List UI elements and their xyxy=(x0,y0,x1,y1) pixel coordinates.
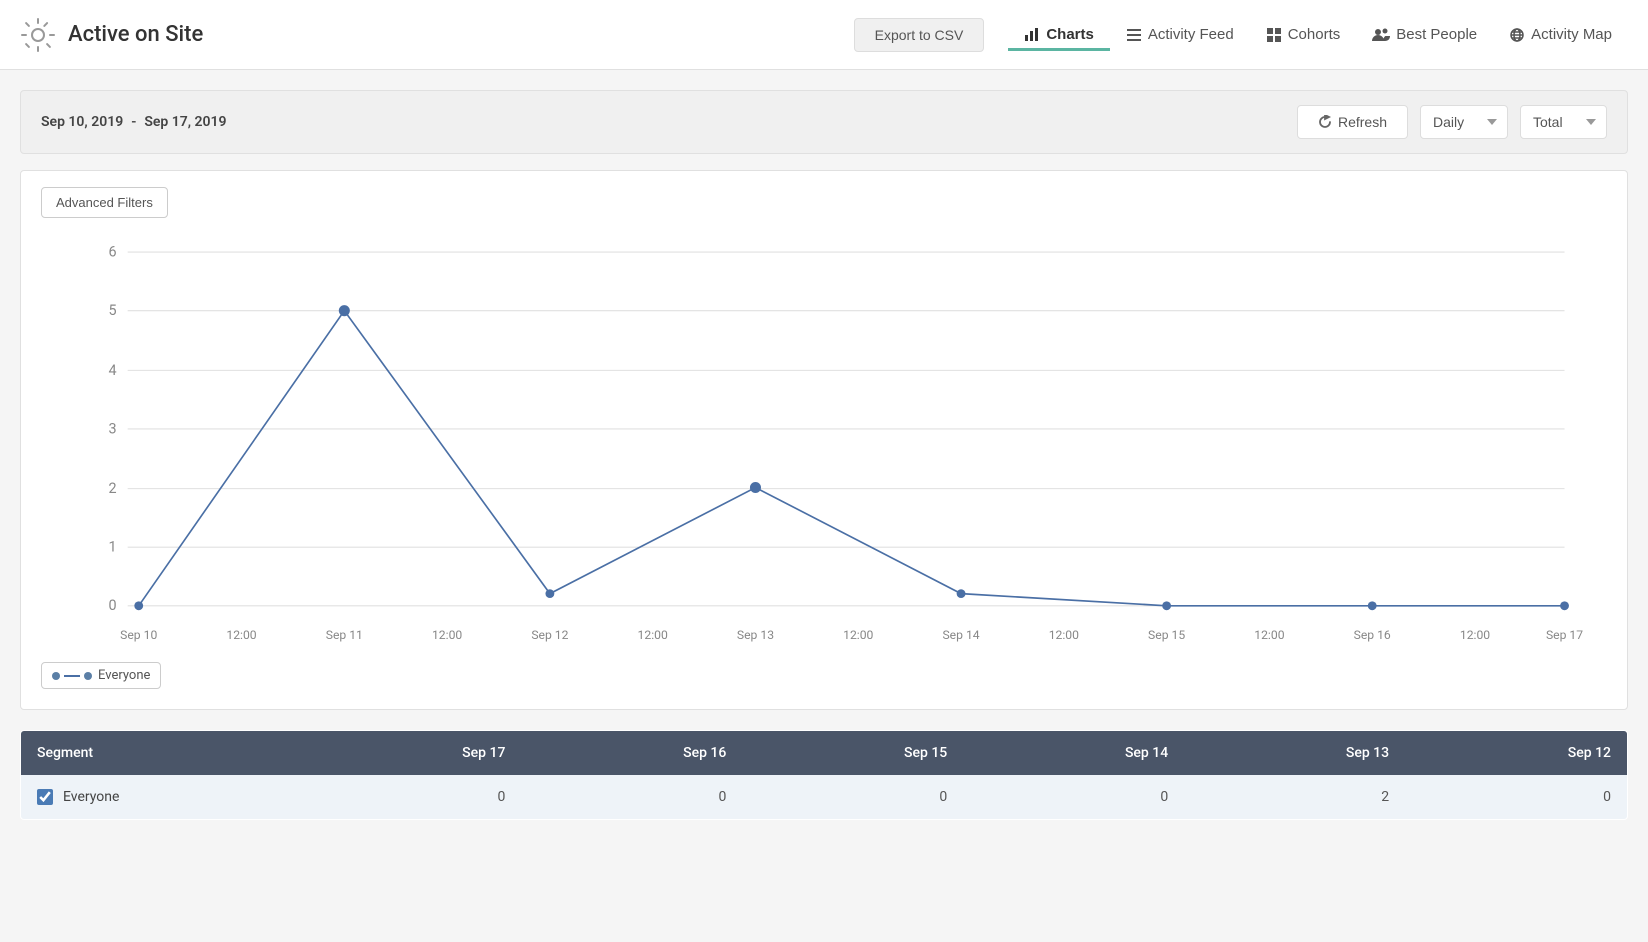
svg-text:12:00: 12:00 xyxy=(1460,628,1490,642)
header: Active on Site Export to CSV Charts xyxy=(0,0,1648,70)
legend-line-segment xyxy=(64,675,80,677)
chart-area: 0 1 2 3 4 5 6 Sep 10 12:00 Sep 11 12:00 … xyxy=(41,230,1607,650)
svg-text:6: 6 xyxy=(109,244,117,261)
svg-text:0: 0 xyxy=(109,597,117,614)
app-title-area: Active on Site xyxy=(20,17,203,53)
svg-text:5: 5 xyxy=(109,302,117,319)
col-sep14: Sep 14 xyxy=(963,731,1184,776)
tab-charts[interactable]: Charts xyxy=(1008,18,1110,51)
refresh-button[interactable]: Refresh xyxy=(1297,105,1408,139)
active-tab-indicator xyxy=(1008,48,1110,51)
refresh-icon xyxy=(1318,115,1332,129)
svg-text:Sep 17: Sep 17 xyxy=(1546,628,1583,642)
svg-text:Sep 10: Sep 10 xyxy=(120,628,157,642)
cell-sep16: 0 xyxy=(521,775,742,820)
svg-text:Sep 16: Sep 16 xyxy=(1354,628,1391,642)
table-body: Everyone 0 0 0 0 2 0 xyxy=(21,775,1628,820)
table-header: Segment Sep 17 Sep 16 Sep 15 Sep 14 Sep … xyxy=(21,731,1628,776)
refresh-label: Refresh xyxy=(1338,114,1387,130)
row-checkbox[interactable] xyxy=(37,789,53,805)
chart-container: Advanced Filters 0 1 2 3 4 xyxy=(20,170,1628,710)
bar-chart-icon xyxy=(1024,27,1040,43)
cell-sep15: 0 xyxy=(742,775,963,820)
svg-text:Sep 15: Sep 15 xyxy=(1148,628,1185,642)
tab-cohorts[interactable]: Cohorts xyxy=(1250,18,1357,51)
line-chart: 0 1 2 3 4 5 6 Sep 10 12:00 Sep 11 12:00 … xyxy=(41,230,1607,650)
svg-text:Sep 11: Sep 11 xyxy=(326,628,363,642)
legend-dot-right xyxy=(84,672,92,680)
legend-dot xyxy=(52,672,60,680)
table-row: Everyone 0 0 0 0 2 0 xyxy=(21,775,1628,820)
date-start: Sep 10, 2019 xyxy=(41,114,123,130)
nav-charts-wrap: Charts xyxy=(1008,18,1110,51)
page-title: Active on Site xyxy=(68,22,203,47)
cell-sep12: 0 xyxy=(1405,775,1627,820)
svg-text:12:00: 12:00 xyxy=(1254,628,1284,642)
people-icon xyxy=(1372,27,1390,43)
date-toolbar: Sep 10, 2019 - Sep 17, 2019 Refresh Dail… xyxy=(20,90,1628,154)
legend-everyone[interactable]: Everyone xyxy=(41,662,161,689)
svg-text:1: 1 xyxy=(109,539,117,556)
chart-legend: Everyone xyxy=(41,662,1607,689)
cell-sep13: 2 xyxy=(1184,775,1405,820)
tab-activity-feed[interactable]: Activity Feed xyxy=(1110,18,1250,51)
globe-icon xyxy=(1509,27,1525,43)
col-segment: Segment xyxy=(21,731,301,776)
svg-text:12:00: 12:00 xyxy=(432,628,462,642)
main-content: Sep 10, 2019 - Sep 17, 2019 Refresh Dail… xyxy=(0,70,1648,840)
cell-sep17: 0 xyxy=(301,775,522,820)
svg-text:2: 2 xyxy=(109,480,117,497)
date-separator: - xyxy=(131,114,136,130)
segment-name: Everyone xyxy=(63,789,119,805)
svg-text:12:00: 12:00 xyxy=(638,628,668,642)
data-table: Segment Sep 17 Sep 16 Sep 15 Sep 14 Sep … xyxy=(20,730,1628,820)
col-sep13: Sep 13 xyxy=(1184,731,1405,776)
col-sep16: Sep 16 xyxy=(521,731,742,776)
gear-icon xyxy=(20,17,56,53)
col-sep17: Sep 17 xyxy=(301,731,522,776)
svg-text:12:00: 12:00 xyxy=(226,628,256,642)
total-select[interactable]: Total Unique xyxy=(1520,105,1607,139)
segment-cell: Everyone xyxy=(21,775,301,820)
table-icon xyxy=(1266,27,1282,43)
export-csv-button[interactable]: Export to CSV xyxy=(854,18,985,52)
interval-select[interactable]: Daily Hourly Weekly xyxy=(1420,105,1508,139)
list-icon xyxy=(1126,27,1142,43)
tab-best-people[interactable]: Best People xyxy=(1356,18,1493,51)
svg-text:Sep 14: Sep 14 xyxy=(942,628,979,642)
date-range: Sep 10, 2019 - Sep 17, 2019 xyxy=(41,114,227,130)
toolbar-controls: Refresh Daily Hourly Weekly Total Unique xyxy=(1297,105,1607,139)
svg-text:4: 4 xyxy=(109,362,117,379)
col-sep12: Sep 12 xyxy=(1405,731,1627,776)
tab-activity-map[interactable]: Activity Map xyxy=(1493,18,1628,51)
cell-sep14: 0 xyxy=(963,775,1184,820)
advanced-filters-button[interactable]: Advanced Filters xyxy=(41,187,168,218)
svg-text:3: 3 xyxy=(109,420,117,437)
svg-text:Sep 12: Sep 12 xyxy=(531,628,568,642)
col-sep15: Sep 15 xyxy=(742,731,963,776)
svg-text:Sep 13: Sep 13 xyxy=(737,628,774,642)
date-end: Sep 17, 2019 xyxy=(144,114,226,130)
legend-label: Everyone xyxy=(98,668,150,683)
svg-text:12:00: 12:00 xyxy=(1049,628,1079,642)
svg-text:12:00: 12:00 xyxy=(843,628,873,642)
